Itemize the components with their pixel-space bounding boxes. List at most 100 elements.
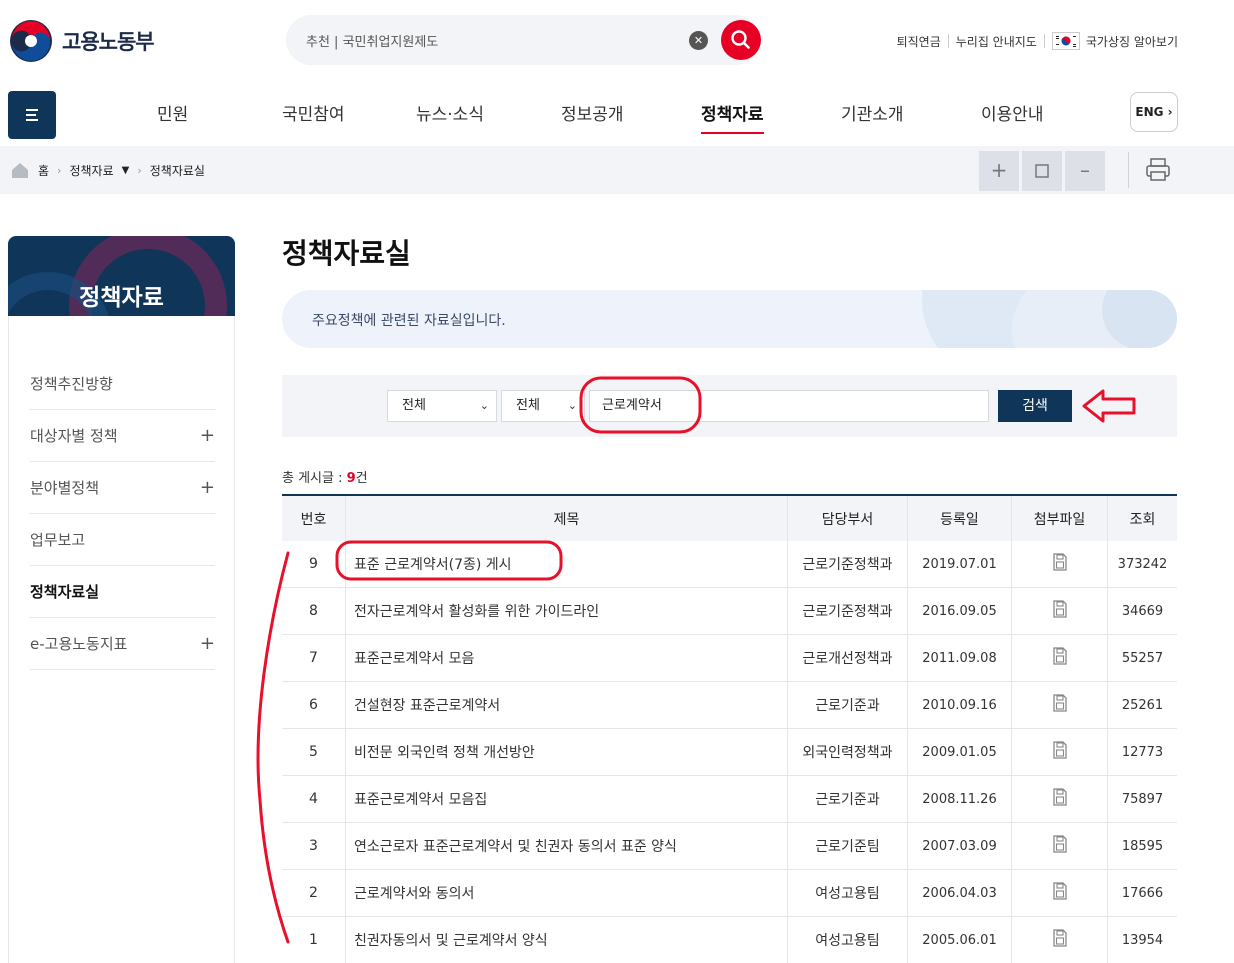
row-attachment [1012,541,1108,587]
nav-policy-data[interactable]: 정책자료 [701,100,764,134]
row-title-link[interactable]: 표준근로계약서 모음집 [346,776,788,822]
file-icon[interactable] [1050,928,1070,952]
header-title: 제목 [346,496,788,541]
row-views: 55257 [1121,650,1164,666]
total-unit: 건 [355,471,368,486]
row-attachment [1012,823,1108,869]
breadcrumb-level1[interactable]: 정책자료 [69,162,113,179]
keyword-input[interactable]: 근로계약서 [589,390,989,422]
ministry-logo[interactable]: 고용노동부 [8,18,155,64]
row-number: 7 [282,635,346,681]
breadcrumb-home[interactable]: 홈 [38,162,49,179]
plus-icon[interactable]: + [200,462,215,514]
zoom-reset-button[interactable] [1022,151,1062,191]
file-icon[interactable] [1050,693,1070,717]
all-menu-button[interactable] [8,91,56,139]
row-title-link[interactable]: 건설현장 표준근로계약서 [346,682,788,728]
row-date: 2019.07.01 [908,541,1012,587]
category-select-value: 전체 [402,398,426,413]
sidebar-item-label: 분야별정책 [30,479,100,497]
file-icon[interactable] [1050,646,1070,670]
chevron-right-icon: › [57,163,62,177]
square-icon [1035,164,1049,178]
row-title-link[interactable]: 비전문 외국인력 정책 개선방안 [346,729,788,775]
page-title: 정책자료실 [282,237,411,270]
plus-icon[interactable]: + [200,618,215,670]
print-button[interactable] [1140,154,1176,186]
table-body: 9 표준 근로계약서(7종) 게시 근로기준정책과 2019.07.01 373242 8… [282,541,1177,963]
retirement-pension-link[interactable]: 퇴직연금 [897,33,941,50]
row-views: 25261 [1121,697,1164,713]
row-views: 373242 [1117,556,1168,572]
nav-guide[interactable]: 이용안내 [981,100,1044,125]
table-row: 5 비전문 외국인력 정책 개선방안 외국인력정책과 2009.01.05 12773 [282,729,1177,776]
header-number: 번호 [282,496,346,541]
breadcrumb-level2[interactable]: 정책자료실 [150,162,205,179]
intro-text: 주요정책에 관련된 자료실입니다. [312,313,506,329]
chevron-right-icon: › [137,163,142,177]
row-title-link[interactable]: 연소근로자 표준근로계약서 및 친권자 동의서 표준 양식 [346,823,788,869]
file-icon[interactable] [1050,787,1070,811]
caret-down-icon[interactable]: ▼ [122,165,130,176]
nav-news[interactable]: 뉴스·소식 [416,100,484,125]
row-department: 근로기준과 [788,682,908,728]
file-icon[interactable] [1050,740,1070,764]
row-date: 2016.09.05 [908,588,1012,634]
table-row: 1 친권자동의서 및 근로계약서 양식 여성고용팀 2005.06.01 13954 [282,917,1177,963]
row-attachment [1012,729,1108,775]
search-button[interactable] [721,20,761,60]
home-icon[interactable] [10,161,30,179]
total-count: 총 게시글 : 9건 [282,467,368,486]
table-row: 8 전자근로계약서 활성화를 위한 가이드라인 근로기준정책과 2016.09.05 3… [282,588,1177,635]
table-row: 3 연소근로자 표준근로계약서 및 친권자 동의서 표준 양식 근로기준팀 2007.… [282,823,1177,870]
row-title-link[interactable]: 근로계약서와 동의서 [346,870,788,916]
korea-flag-icon [1051,32,1080,50]
row-title-link[interactable]: 전자근로계약서 활성화를 위한 가이드라인 [346,588,788,634]
field-select[interactable]: 전체 ⌄ [501,390,585,422]
file-icon[interactable] [1050,834,1070,858]
row-views: 34669 [1121,603,1164,619]
english-site-button[interactable]: ENG › [1130,92,1178,132]
global-search: ✕ [286,15,761,65]
row-date: 2009.01.05 [908,729,1012,775]
sidebar-item-work-report[interactable]: 업무보고 [30,514,215,566]
row-number: 9 [282,541,346,587]
row-department: 근로기준팀 [788,823,908,869]
national-symbols-link[interactable]: 국가상징 알아보기 [1086,33,1178,50]
chevron-down-icon: ⌄ [567,399,577,412]
nav-participation[interactable]: 국민참여 [282,100,345,125]
breadcrumb: 홈 › 정책자료 ▼ › 정책자료실 [10,161,205,179]
row-attachment [1012,776,1108,822]
file-icon[interactable] [1050,881,1070,905]
nav-about[interactable]: 기관소개 [841,100,904,125]
clear-search-icon[interactable]: ✕ [689,31,708,50]
search-input[interactable] [306,29,686,51]
sitemap-link[interactable]: 누리집 안내지도 [956,33,1037,50]
header-views: 조회 [1129,511,1156,528]
sidebar-item-target-policy[interactable]: 대상자별 정책 + [30,410,215,462]
sidebar-item-policy-direction[interactable]: 정책추진방향 [30,358,215,410]
row-title-link[interactable]: 표준근로계약서 모음 [346,635,788,681]
main-navigation: 민원 국민참여 뉴스·소식 정보공개 정책자료 기관소개 이용안내 ENG › [0,86,1234,142]
plus-icon[interactable]: + [200,410,215,462]
nav-information[interactable]: 정보공개 [561,100,624,125]
file-icon[interactable] [1050,552,1070,576]
search-submit-button[interactable]: 검색 [998,390,1072,422]
sidebar-item-e-labor-index[interactable]: e-고용노동지표 + [30,618,215,670]
sidebar-item-policy-archive[interactable]: 정책자료실 [30,566,215,618]
nav-civil-service[interactable]: 민원 [157,100,188,125]
row-views: 13954 [1121,932,1164,948]
row-attachment [1012,635,1108,681]
row-attachment [1012,588,1108,634]
sidebar-title: 정책자료 [79,285,164,311]
chevron-down-icon: ⌄ [479,399,489,412]
sidebar-menu: 정책추진방향 대상자별 정책 + 분야별정책 + 업무보고 정책자료실 e-고용… [8,316,235,963]
zoom-in-button[interactable]: + [979,151,1019,191]
header-department: 담당부서 [788,496,908,541]
category-select[interactable]: 전체 ⌄ [387,390,497,422]
file-icon[interactable] [1050,599,1070,623]
sidebar-item-field-policy[interactable]: 분야별정책 + [30,462,215,514]
zoom-out-button[interactable]: – [1065,151,1105,191]
row-title-link[interactable]: 표준 근로계약서(7종) 게시 [346,541,788,587]
row-title-link[interactable]: 친권자동의서 및 근로계약서 양식 [346,917,788,963]
